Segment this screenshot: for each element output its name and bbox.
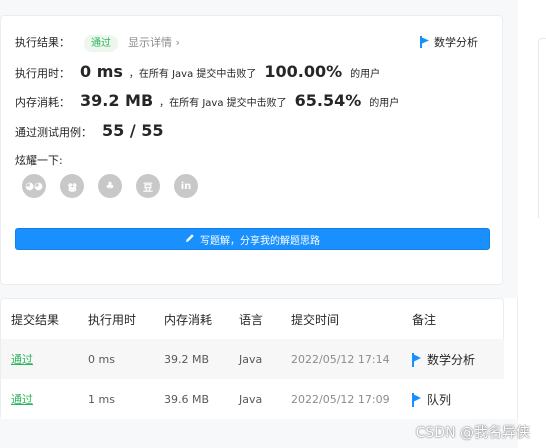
memory-middle-text: ，在所有 Java 提交中击败了 bbox=[159, 98, 287, 109]
math-analysis-label: 数学分析 bbox=[434, 36, 478, 49]
math-analysis-link[interactable]: 数学分析 bbox=[420, 34, 478, 50]
row-language: Java bbox=[239, 392, 263, 406]
table-header: 提交结果 执行用时 内存消耗 语言 提交时间 备注 bbox=[1, 299, 505, 339]
qq-icon[interactable]: ♣ bbox=[98, 174, 122, 198]
table-scroll-edge bbox=[504, 298, 518, 419]
row-memory: 39.2 MB bbox=[164, 352, 210, 366]
header-submit-time: 提交时间 bbox=[291, 312, 340, 327]
table-row: 通过 1 ms 39.6 MB Java 2022/05/12 17:09 队列 bbox=[1, 379, 505, 419]
row-runtime: 0 ms bbox=[88, 352, 115, 366]
douban-icon[interactable]: 豆 bbox=[136, 174, 160, 198]
result-label: 执行结果： bbox=[15, 36, 70, 49]
tests-row: 通过测试用例： 55 / 55 bbox=[15, 121, 164, 140]
row-memory: 39.6 MB bbox=[164, 392, 210, 406]
memory-row: 内存消耗： 39.2 MB ，在所有 Java 提交中击败了 65.54% 的用… bbox=[15, 91, 399, 110]
runtime-tail-text: 的用户 bbox=[350, 69, 381, 80]
row-note[interactable]: 数学分析 bbox=[412, 339, 475, 379]
status-badge: 通过 bbox=[84, 35, 118, 52]
right-panel-inner bbox=[538, 38, 546, 218]
row-note-label: 队列 bbox=[427, 392, 452, 407]
tests-label: 通过测试用例： bbox=[15, 126, 92, 139]
flag-icon bbox=[412, 353, 422, 367]
runtime-label: 执行用时： bbox=[15, 67, 70, 80]
write-solution-label: 写题解，分享我的解题思路 bbox=[200, 235, 320, 247]
memory-value: 39.2 MB bbox=[80, 91, 154, 110]
show-details-link[interactable]: 显示详情 › bbox=[128, 34, 180, 50]
header-language: 语言 bbox=[239, 312, 264, 327]
share-label: 炫耀一下: bbox=[15, 154, 63, 167]
header-runtime: 执行用时 bbox=[88, 312, 137, 327]
submissions-table: 提交结果 执行用时 内存消耗 语言 提交时间 备注 通过 0 ms 39.2 M… bbox=[0, 298, 505, 419]
memory-label: 内存消耗： bbox=[15, 96, 70, 109]
row-note[interactable]: 队列 bbox=[412, 379, 451, 419]
row-runtime: 1 ms bbox=[88, 392, 115, 406]
header-status: 提交结果 bbox=[11, 312, 60, 327]
result-card: 执行结果： 通过 显示详情 › 数学分析 执行用时： 0 ms ，在所有 Jav… bbox=[0, 15, 503, 285]
header-memory: 内存消耗 bbox=[164, 312, 213, 327]
write-solution-button[interactable]: 写题解，分享我的解题思路 bbox=[15, 228, 490, 250]
result-row: 执行结果： 通过 显示详情 › bbox=[15, 34, 180, 52]
right-panel-edge bbox=[518, 0, 546, 448]
row-language: Java bbox=[239, 352, 263, 366]
memory-percent: 65.54% bbox=[294, 91, 362, 110]
flag-icon bbox=[412, 393, 422, 407]
row-submit-time: 2022/05/12 17:09 bbox=[291, 392, 390, 406]
wechat-icon[interactable]: ◕◕ bbox=[22, 174, 46, 198]
watermark: CSDN @我名异侠 bbox=[415, 425, 530, 441]
weibo-icon[interactable]: ൠ bbox=[60, 174, 84, 198]
runtime-value: 0 ms bbox=[80, 62, 123, 81]
row-status-link[interactable]: 通过 bbox=[11, 339, 33, 379]
share-icons: ◕◕ ൠ ♣ 豆 in bbox=[22, 174, 198, 198]
runtime-percent: 100.00% bbox=[264, 62, 343, 81]
share-row: 炫耀一下: bbox=[15, 152, 63, 168]
header-note: 备注 bbox=[412, 312, 437, 327]
pencil-icon bbox=[185, 233, 195, 246]
table-row: 通过 0 ms 39.2 MB Java 2022/05/12 17:14 数学… bbox=[1, 339, 505, 379]
tests-value: 55 / 55 bbox=[102, 121, 164, 140]
memory-tail-text: 的用户 bbox=[369, 98, 400, 109]
row-submit-time: 2022/05/12 17:14 bbox=[291, 352, 390, 366]
runtime-middle-text: ，在所有 Java 提交中击败了 bbox=[128, 69, 257, 80]
row-note-label: 数学分析 bbox=[427, 352, 476, 367]
row-status-link[interactable]: 通过 bbox=[11, 379, 33, 419]
linkedin-icon[interactable]: in bbox=[174, 174, 198, 198]
flag-icon bbox=[420, 36, 430, 48]
runtime-row: 执行用时： 0 ms ，在所有 Java 提交中击败了 100.00% 的用户 bbox=[15, 62, 380, 81]
